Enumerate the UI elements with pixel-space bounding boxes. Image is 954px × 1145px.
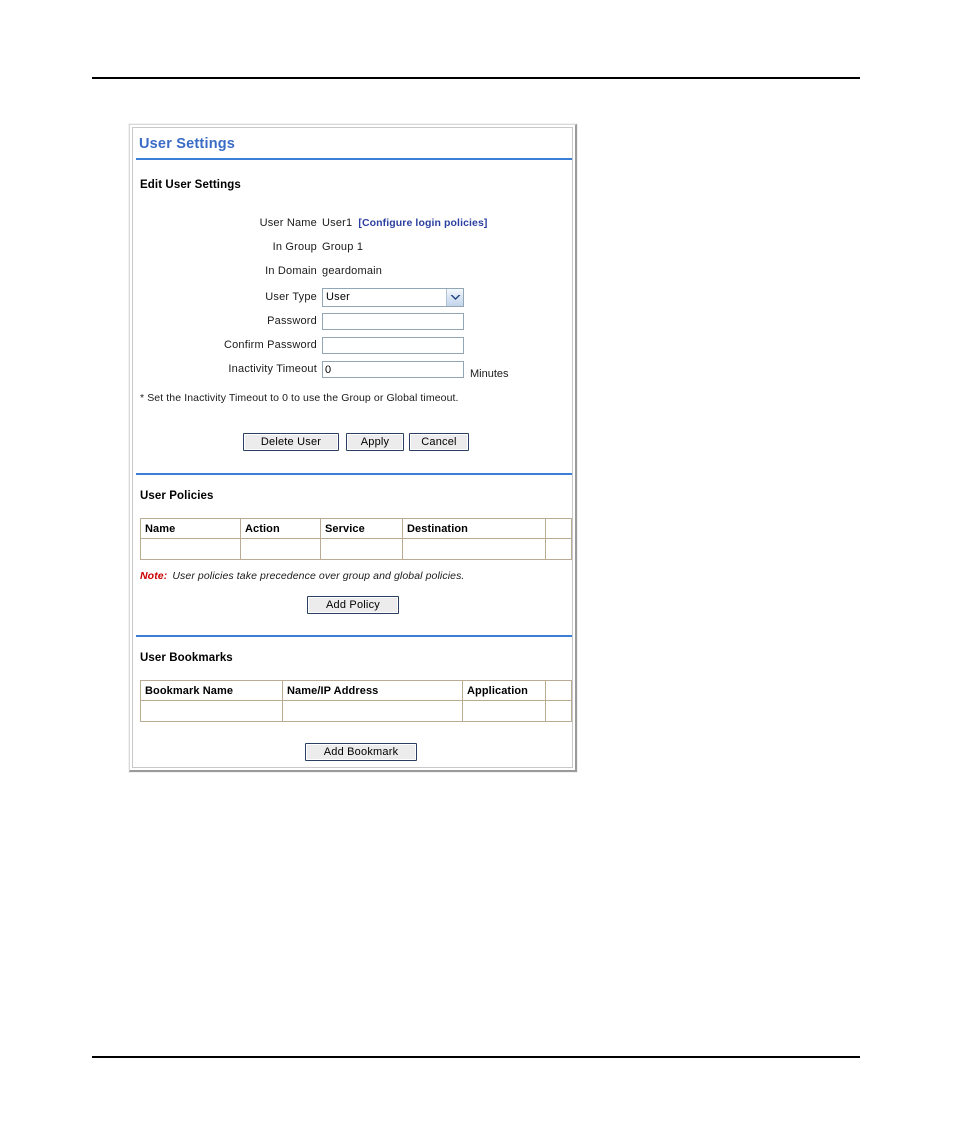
user-type-label: User Type xyxy=(265,291,317,303)
user-policies-table: Name Action Service Destination xyxy=(140,518,572,560)
field-row-confirm-password: Confirm Password xyxy=(133,337,572,359)
field-row-password: Password xyxy=(133,313,572,335)
table-row xyxy=(140,700,572,722)
table-row xyxy=(140,538,572,560)
page-footer-rule xyxy=(92,1056,860,1058)
cancel-button[interactable]: Cancel xyxy=(409,433,469,451)
col-bookmark-address: Name/IP Address xyxy=(282,680,463,701)
col-policy-name: Name xyxy=(140,518,241,539)
inactivity-timeout-hint: * Set the Inactivity Timeout to 0 to use… xyxy=(140,392,459,404)
cell-policy-name xyxy=(140,538,241,560)
cell-bookmark-actions xyxy=(545,700,572,722)
confirm-password-input[interactable] xyxy=(322,337,464,354)
user-name-text: User1 xyxy=(322,217,353,229)
password-label: Password xyxy=(267,315,317,327)
user-settings-panel: User Settings Edit User Settings User Na… xyxy=(129,124,577,772)
section-heading-user-bookmarks: User Bookmarks xyxy=(140,652,233,664)
table-header-row: Bookmark Name Name/IP Address Applicatio… xyxy=(140,680,572,701)
in-domain-value: geardomain xyxy=(322,265,383,277)
user-name-label: User Name xyxy=(259,217,317,229)
note-text: User policies take precedence over group… xyxy=(172,570,465,582)
field-row-user-name: User Name User1 [Configure login policies… xyxy=(133,217,572,239)
add-policy-button[interactable]: Add Policy xyxy=(307,596,399,614)
password-input[interactable] xyxy=(322,313,464,330)
divider-user-bookmarks xyxy=(136,635,572,637)
field-row-in-group: In Group Group 1 xyxy=(133,241,572,263)
inactivity-timeout-unit: Minutes xyxy=(470,368,509,380)
in-group-value: Group 1 xyxy=(322,241,364,253)
user-type-select[interactable]: User xyxy=(322,288,464,307)
section-heading-user-policies: User Policies xyxy=(140,490,214,502)
apply-button[interactable]: Apply xyxy=(346,433,404,451)
delete-user-button[interactable]: Delete User xyxy=(243,433,339,451)
field-row-in-domain: In Domain geardomain xyxy=(133,265,572,287)
inactivity-timeout-label: Inactivity Timeout xyxy=(228,363,317,375)
col-policy-actions xyxy=(545,518,572,539)
add-bookmark-button[interactable]: Add Bookmark xyxy=(305,743,417,761)
divider-user-policies xyxy=(136,473,572,475)
chevron-down-icon[interactable] xyxy=(446,289,463,306)
cell-policy-service xyxy=(320,538,403,560)
col-policy-service: Service xyxy=(320,518,403,539)
user-bookmarks-table: Bookmark Name Name/IP Address Applicatio… xyxy=(140,680,572,722)
cell-policy-destination xyxy=(402,538,546,560)
col-policy-destination: Destination xyxy=(402,518,546,539)
in-group-label: In Group xyxy=(272,241,317,253)
field-row-user-type: User Type User xyxy=(133,288,572,310)
cell-policy-actions xyxy=(545,538,572,560)
section-heading-edit-user-settings: Edit User Settings xyxy=(140,179,241,191)
col-bookmark-actions xyxy=(545,680,572,701)
confirm-password-label: Confirm Password xyxy=(223,339,317,351)
user-type-selected-value: User xyxy=(326,291,351,303)
panel-inner: User Settings Edit User Settings User Na… xyxy=(132,127,573,768)
divider-top xyxy=(136,158,572,160)
table-header-row: Name Action Service Destination xyxy=(140,518,572,539)
col-bookmark-name: Bookmark Name xyxy=(140,680,283,701)
in-domain-label: In Domain xyxy=(265,265,317,277)
cell-bookmark-address xyxy=(282,700,463,722)
page-title: User Settings xyxy=(139,136,236,152)
col-bookmark-application: Application xyxy=(462,680,546,701)
user-name-value: User1 [Configure login policies] xyxy=(322,217,488,229)
cell-bookmark-application xyxy=(462,700,546,722)
inactivity-timeout-input[interactable] xyxy=(322,361,464,378)
page-header-rule xyxy=(92,77,860,79)
field-row-inactivity-timeout: Inactivity Timeout Minutes xyxy=(133,361,572,383)
note-label: Note: xyxy=(140,570,168,582)
col-policy-action: Action xyxy=(240,518,321,539)
cell-policy-action xyxy=(240,538,321,560)
user-policies-note: Note: User policies take precedence over … xyxy=(140,570,464,582)
configure-login-policies-link[interactable]: [Configure login policies] xyxy=(358,217,487,229)
cell-bookmark-name xyxy=(140,700,283,722)
